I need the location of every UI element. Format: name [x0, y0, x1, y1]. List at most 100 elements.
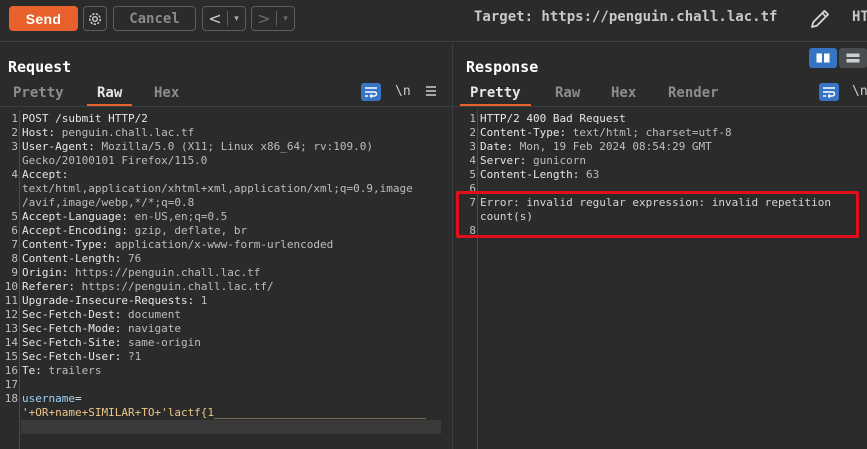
response-editor[interactable]: 12345678 HTTP/2 400 Bad Request Content-T…: [454, 110, 867, 449]
code-token: Content-Length:: [480, 168, 580, 181]
code-token: navigate: [121, 322, 181, 335]
code-token: Content-Type:: [22, 238, 109, 251]
line-number: 3: [11, 140, 18, 153]
code-line: Te: trailers: [22, 364, 101, 378]
tab-divider: [0, 106, 452, 107]
request-tab-raw[interactable]: Raw: [86, 85, 133, 107]
code-line: Sec-Fetch-Dest: document: [22, 308, 181, 322]
code-token: gunicorn: [526, 154, 586, 167]
code-token: https://penguin.chall.lac.tf: [68, 266, 261, 279]
code-token: /avif,image/webp,*/*;q=0.8: [22, 196, 195, 209]
line-number: 4: [469, 154, 476, 167]
request-menu-button[interactable]: [425, 83, 439, 99]
code-line: User-Agent: Mozilla/5.0 (X11; Linux x86_…: [22, 140, 373, 154]
settings-button[interactable]: [83, 6, 107, 31]
code-token: Referer:: [22, 280, 75, 293]
code-token: =: [74, 392, 82, 405]
code-token: username: [22, 392, 75, 405]
code-line: Sec-Fetch-User: ?1: [22, 350, 141, 364]
edit-target-icon[interactable]: [808, 7, 832, 31]
layout-stacked-button[interactable]: [839, 48, 867, 68]
wrap-lines-icon: [823, 87, 836, 98]
request-wrap-lines-button[interactable]: [361, 83, 381, 101]
back-nav-group: < ▾: [202, 6, 246, 31]
code-token: text/html,application/xhtml+xml,applicat…: [22, 182, 413, 195]
code-line: Accept:: [22, 168, 68, 182]
gear-icon: [89, 12, 101, 25]
response-tab-raw[interactable]: Raw: [555, 85, 580, 101]
code-line: Accept-Encoding: gzip, deflate, br: [22, 224, 247, 238]
request-tab-pretty[interactable]: Pretty: [13, 85, 64, 101]
code-token: Content-Type:: [480, 126, 567, 139]
code-token: HTTP/2 400 Bad Request: [480, 112, 626, 125]
code-token: same-origin: [121, 336, 201, 349]
forward-arrow-icon[interactable]: >: [252, 7, 276, 30]
line-number: 12: [4, 308, 18, 321]
code-line: Upgrade-Insecure-Requests: 1: [22, 294, 207, 308]
request-show-newlines-button[interactable]: \n: [395, 84, 411, 99]
code-line: Origin: https://penguin.chall.lac.tf: [22, 266, 260, 280]
code-line: Content-Length: 63: [480, 168, 599, 182]
code-line: '+OR+name+SIMILAR+TO+'lactf{1___________…: [22, 406, 426, 420]
request-editor[interactable]: 1 2 3 4 5 6 7 8 9 10 11 12 13 14 15 16 17 18 POST /submit…: [0, 110, 452, 449]
line-number: 6: [11, 224, 18, 237]
line-number: 10: [4, 280, 18, 293]
code-token: Mozilla/5.0 (X11; Linux x86_64; rv:109.0…: [94, 140, 374, 153]
response-title: Response: [466, 58, 539, 76]
line-number: 14: [4, 336, 18, 349]
response-show-newlines-button[interactable]: \n: [852, 84, 867, 99]
line-number: 5: [11, 210, 18, 223]
code-token: Date:: [480, 140, 514, 153]
code-token: ?1: [121, 350, 142, 363]
request-line-gutter: 1 2 3 4 5 6 7 8 9 10 11 12 13 14 15 16 17 18: [0, 110, 20, 449]
code-token: Server:: [480, 154, 527, 167]
error-highlight-box: [456, 191, 859, 238]
response-tab-render[interactable]: Render: [668, 85, 719, 101]
response-line-gutter: 12345678: [454, 110, 478, 449]
request-input-strip: [21, 420, 441, 434]
response-tab-hex[interactable]: Hex: [611, 85, 636, 101]
response-wrap-lines-button[interactable]: [819, 83, 839, 101]
code-line: Gecko/20100101 Firefox/115.0: [22, 154, 207, 168]
rows-icon: [846, 53, 860, 63]
code-token: Mon, 19 Feb 2024 08:54:29 GMT: [513, 140, 712, 153]
cancel-button[interactable]: Cancel: [113, 6, 196, 31]
forward-history-dropdown-icon[interactable]: ▾: [277, 14, 294, 24]
back-arrow-icon[interactable]: <: [203, 7, 227, 30]
request-tabs: Pretty Raw Hex: [0, 83, 452, 107]
code-line: Server: gunicorn: [480, 154, 586, 168]
code-token: 76: [121, 252, 142, 265]
line-number: 3: [469, 140, 476, 153]
request-panel: Request Pretty Raw Hex \n 1 2 3 4 5 6 7 8 9 10 11 1…: [0, 43, 453, 449]
send-button[interactable]: Send: [9, 6, 78, 31]
code-token: Sec-Fetch-User:: [22, 350, 122, 363]
code-token: text/html; charset=utf-8: [566, 126, 732, 139]
response-tabs: Pretty Raw Hex Render: [454, 83, 867, 107]
code-token: trailers: [41, 364, 102, 377]
request-title: Request: [8, 58, 72, 76]
forward-nav-group: > ▾: [251, 6, 295, 31]
line-number: 13: [4, 322, 18, 335]
line-number: 2: [11, 126, 18, 139]
code-token: document: [121, 308, 181, 321]
line-number: 2: [469, 126, 476, 139]
code-token: Content-Length:: [22, 252, 122, 265]
code-token: Origin:: [22, 266, 69, 279]
code-token: Accept-Encoding:: [22, 224, 128, 237]
code-line: Content-Type: text/html; charset=utf-8: [480, 126, 732, 140]
line-number: 1: [469, 112, 476, 125]
code-token: Sec-Fetch-Mode:: [22, 322, 122, 335]
response-tab-pretty[interactable]: Pretty: [460, 85, 531, 107]
code-token: User-Agent:: [22, 140, 95, 153]
request-tab-hex[interactable]: Hex: [154, 85, 179, 101]
http-protocol-label[interactable]: HT: [852, 9, 867, 25]
code-token: 63: [579, 168, 600, 181]
code-token: https://penguin.chall.lac.tf/: [74, 280, 274, 293]
line-number: 9: [11, 266, 18, 279]
code-line: /avif,image/webp,*/*;q=0.8: [22, 196, 194, 210]
back-history-dropdown-icon[interactable]: ▾: [228, 14, 245, 24]
code-line: Date: Mon, 19 Feb 2024 08:54:29 GMT: [480, 140, 712, 154]
response-panel: Response Pretty Raw Hex Render \n 123456…: [454, 43, 867, 449]
layout-side-by-side-button[interactable]: [809, 48, 837, 68]
code-token: Accept-Language:: [22, 210, 128, 223]
